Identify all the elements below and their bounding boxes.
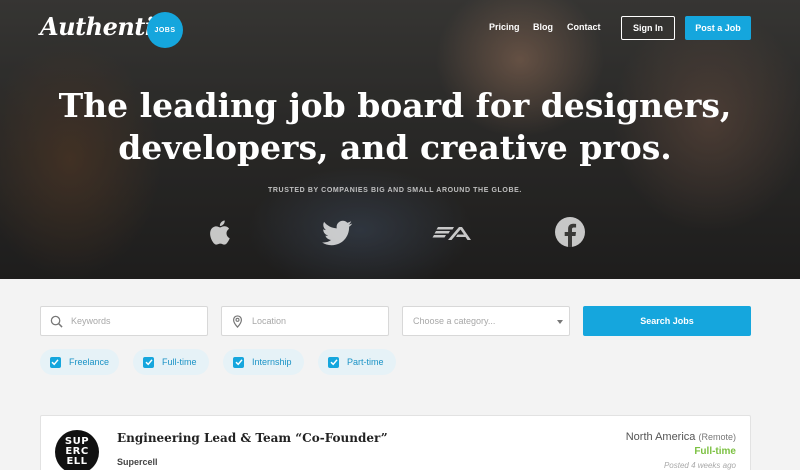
twitter-icon <box>322 220 353 246</box>
headline-line-1: The leading job board for designers, <box>58 86 732 125</box>
search-jobs-button[interactable]: Search Jobs <box>583 306 751 336</box>
job-company: Supercell <box>117 457 158 467</box>
job-posted-date: Posted 4 weeks ago <box>663 461 736 470</box>
filter-label: Full-time <box>162 357 197 367</box>
keywords-input[interactable]: Keywords <box>40 306 208 336</box>
nav-pricing[interactable]: Pricing <box>489 22 520 32</box>
filter-label: Part-time <box>347 357 384 367</box>
facebook-icon <box>555 217 585 247</box>
checkbox-checked-icon[interactable] <box>233 356 244 368</box>
job-listing-card[interactable]: SUP ERC ELL Engineering Lead & Team “Co-… <box>40 415 751 470</box>
apple-icon <box>210 220 230 245</box>
filter-part-time[interactable]: Part-time <box>318 349 396 375</box>
hero-headline: The leading job board for designers, dev… <box>0 85 790 169</box>
company-logo-text: SUP ERC ELL <box>64 436 90 467</box>
ea-icon <box>432 227 471 240</box>
filter-label: Internship <box>252 357 292 367</box>
checkbox-checked-icon[interactable] <box>143 356 154 368</box>
chevron-down-icon <box>557 320 563 324</box>
checkbox-checked-icon[interactable] <box>328 356 339 368</box>
filter-freelance[interactable]: Freelance <box>40 349 119 375</box>
location-pin-icon <box>232 315 243 328</box>
filter-full-time[interactable]: Full-time <box>133 349 209 375</box>
job-location: North America (Remote) <box>626 431 736 443</box>
job-location-note: (Remote) <box>698 432 736 442</box>
job-title[interactable]: Engineering Lead & Team “Co-Founder” <box>117 431 388 445</box>
nav-blog[interactable]: Blog <box>533 22 553 32</box>
keywords-placeholder: Keywords <box>71 316 111 326</box>
trusted-by-text: TRUSTED BY COMPANIES BIG AND SMALL AROUN… <box>268 187 522 194</box>
category-select[interactable]: Choose a category... <box>402 306 570 336</box>
logo-badge[interactable]: JOBS <box>147 12 183 48</box>
sign-in-button[interactable]: Sign In <box>621 16 675 40</box>
post-job-button[interactable]: Post a Job <box>685 16 751 40</box>
job-location-name: North America <box>625 431 696 443</box>
company-logo: SUP ERC ELL <box>55 430 99 470</box>
location-input[interactable]: Location <box>221 306 389 336</box>
checkbox-checked-icon[interactable] <box>50 356 61 368</box>
category-placeholder: Choose a category... <box>413 316 496 326</box>
hero-banner: Authentic JOBS Pricing Blog Contact Sign… <box>0 0 800 279</box>
search-icon <box>50 315 63 328</box>
filter-label: Freelance <box>68 357 109 367</box>
nav-contact[interactable]: Contact <box>567 22 601 32</box>
job-type-badge: Full-time <box>694 446 736 457</box>
headline-line-2: developers, and creative pros. <box>118 128 672 167</box>
filter-internship[interactable]: Internship <box>223 349 304 375</box>
location-placeholder: Location <box>252 316 287 326</box>
